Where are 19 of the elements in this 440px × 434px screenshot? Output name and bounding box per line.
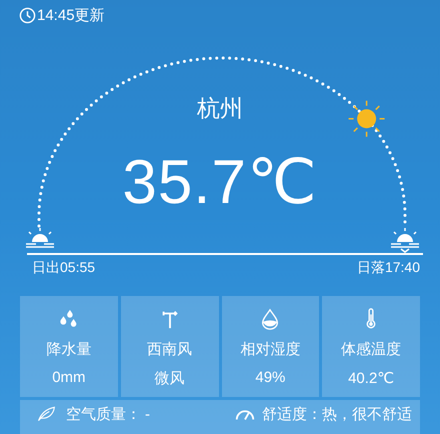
stat-value: 0mm bbox=[52, 369, 86, 386]
air-quality-label: 空气质量： bbox=[66, 404, 141, 424]
stat-label: 相对湿度 bbox=[240, 340, 300, 360]
stat-value: 49% bbox=[255, 369, 286, 386]
sunset-time: 日落17:40 bbox=[356, 259, 420, 277]
stat-value: 40.2℃ bbox=[348, 369, 394, 388]
stat-label: 体感温度 bbox=[341, 340, 402, 360]
stat-label: 降水量 bbox=[46, 340, 92, 360]
stat-value: 微风 bbox=[154, 369, 185, 388]
temperature: 35.7℃ bbox=[122, 152, 318, 214]
stat-label: 西南风 bbox=[147, 340, 192, 360]
sunrise-icon bbox=[25, 227, 55, 248]
city-name: 杭州 bbox=[197, 94, 243, 123]
sunrise-time: 日出05:55 bbox=[32, 259, 96, 277]
clock-icon bbox=[19, 7, 36, 24]
update-time: 14:45更新 bbox=[37, 6, 105, 25]
comfort-value: 热，很不舒适 bbox=[322, 404, 412, 424]
air-quality-value: - bbox=[145, 406, 150, 423]
comfort-label: 舒适度： bbox=[262, 404, 322, 424]
